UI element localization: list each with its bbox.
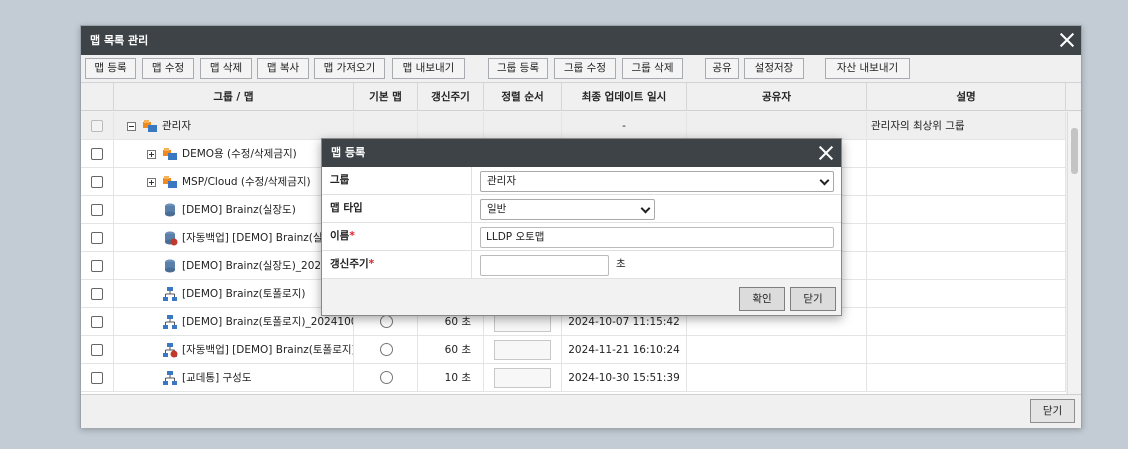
group-select[interactable]: 관리자 — [480, 171, 834, 192]
table-row[interactable]: 관리자 - 관리자의 최상위 그룹 — [81, 112, 1066, 140]
default-map-radio[interactable] — [380, 343, 393, 356]
seconds-unit-label: 초 — [616, 258, 626, 270]
group-icon — [163, 176, 177, 188]
chevron-down-icon — [640, 203, 651, 214]
map-register-modal: 맵 등록 그룹 관리자 맵 타입 일반 이름* LLDP 오토맵 갱신주기* 초… — [321, 138, 842, 316]
modal-title: 맵 등록 — [331, 146, 366, 159]
chevron-down-icon — [819, 175, 830, 186]
row-name: [자동백업] [DEMO] Brainz(토폴로지) — [182, 344, 354, 356]
row-checkbox — [91, 120, 103, 132]
scrollbar-thumb[interactable] — [1071, 128, 1078, 174]
refresh-period-label: 갱신주기* — [322, 251, 472, 278]
row-name: MSP/Cloud (수정/삭제금지) — [182, 176, 311, 188]
header-default-map[interactable]: 기본 맵 — [354, 83, 418, 111]
floor-map-icon — [165, 203, 175, 217]
header-description[interactable]: 설명 — [867, 83, 1066, 111]
collapse-icon[interactable] — [127, 121, 136, 131]
header-refresh-period[interactable]: 갱신주기 — [418, 83, 484, 111]
map-copy-button[interactable]: 맵 복사 — [257, 58, 309, 79]
expand-icon[interactable] — [147, 149, 156, 159]
row-checkbox[interactable] — [91, 148, 103, 160]
header-sharer[interactable]: 공유자 — [687, 83, 867, 111]
grid-header: 그룹 / 맵 기본 맵 갱신주기 정렬 순서 최종 업데이트 일시 공유자 설명 — [81, 83, 1081, 111]
dialog-close-button[interactable]: 닫기 — [1030, 399, 1075, 423]
map-type-row: 맵 타입 일반 — [322, 195, 841, 223]
row-name: 관리자 — [162, 120, 191, 132]
dialog-title: 맵 목록 관리 — [90, 34, 149, 47]
group-icon — [163, 148, 177, 160]
save-settings-button[interactable]: 설정저장 — [744, 58, 804, 79]
row-checkbox[interactable] — [91, 232, 103, 244]
row-updated: 2024-11-21 16:10:24 — [562, 336, 687, 364]
group-icon — [143, 120, 157, 132]
group-row: 그룹 관리자 — [322, 167, 841, 195]
group-select-value: 관리자 — [487, 175, 516, 187]
row-checkbox[interactable] — [91, 344, 103, 356]
name-input[interactable]: LLDP 오토맵 — [480, 227, 834, 248]
close-icon[interactable] — [1057, 30, 1077, 50]
confirm-button[interactable]: 확인 — [739, 287, 785, 311]
toolbar: 맵 등록 맵 수정 맵 삭제 맵 복사 맵 가져오기 맵 내보내기 그룹 등록 … — [81, 55, 1081, 83]
expand-icon[interactable] — [147, 177, 156, 187]
topology-icon — [163, 315, 177, 329]
asset-export-button[interactable]: 자산 내보내기 — [825, 58, 910, 79]
sort-order-input[interactable] — [494, 368, 551, 388]
row-name: [DEMO] Brainz(실장도) — [182, 204, 296, 216]
map-type-select-value: 일반 — [487, 203, 507, 215]
row-name: [DEMO] Brainz(토폴로지)_20241007 — [182, 316, 354, 328]
topology-icon — [163, 287, 177, 301]
map-export-button[interactable]: 맵 내보내기 — [392, 58, 465, 79]
row-name: [교데통] 구성도 — [182, 372, 252, 384]
map-import-button[interactable]: 맵 가져오기 — [314, 58, 385, 79]
dialog-footer: 닫기 — [81, 394, 1081, 428]
floor-map-backup-icon — [165, 231, 178, 246]
grid-scrollbar[interactable] — [1067, 112, 1081, 394]
row-period: 60 초 — [418, 336, 484, 364]
row-checkbox[interactable] — [91, 372, 103, 384]
name-row: 이름* LLDP 오토맵 — [322, 223, 841, 251]
map-delete-button[interactable]: 맵 삭제 — [200, 58, 252, 79]
row-checkbox[interactable] — [91, 176, 103, 188]
map-type-select[interactable]: 일반 — [480, 199, 655, 220]
topology-icon — [163, 371, 177, 385]
close-icon[interactable] — [817, 144, 835, 162]
modal-title-bar: 맵 등록 — [322, 139, 841, 167]
row-updated: 2024-10-30 15:51:39 — [562, 364, 687, 392]
dialog-title-bar: 맵 목록 관리 — [81, 26, 1081, 55]
header-group-map[interactable]: 그룹 / 맵 — [114, 83, 354, 111]
group-delete-button[interactable]: 그룹 삭제 — [622, 58, 683, 79]
row-name: DEMO용 (수정/삭제금지) — [182, 148, 297, 160]
row-name: [DEMO] Brainz(토폴로지) — [182, 288, 306, 300]
row-checkbox[interactable] — [91, 204, 103, 216]
topology-backup-icon — [163, 343, 178, 358]
name-label: 이름* — [322, 223, 472, 250]
share-button[interactable]: 공유 — [705, 58, 739, 79]
map-edit-button[interactable]: 맵 수정 — [142, 58, 194, 79]
default-map-radio[interactable] — [380, 315, 393, 328]
row-period: 10 초 — [418, 364, 484, 392]
table-row[interactable]: [자동백업] [DEMO] Brainz(토폴로지) 60 초 2024-11-… — [81, 336, 1066, 364]
row-checkbox[interactable] — [91, 260, 103, 272]
floor-map-icon — [165, 259, 175, 273]
row-updated: - — [562, 112, 687, 140]
group-register-button[interactable]: 그룹 등록 — [488, 58, 548, 79]
header-checkbox-col — [81, 83, 114, 111]
row-checkbox[interactable] — [91, 288, 103, 300]
group-edit-button[interactable]: 그룹 수정 — [554, 58, 616, 79]
modal-close-button[interactable]: 닫기 — [790, 287, 836, 311]
header-last-updated[interactable]: 최종 업데이트 일시 — [562, 83, 687, 111]
row-checkbox[interactable] — [91, 316, 103, 328]
row-description: 관리자의 최상위 그룹 — [867, 112, 1066, 140]
required-mark: * — [368, 258, 375, 270]
map-register-button[interactable]: 맵 등록 — [85, 58, 136, 79]
sort-order-input[interactable] — [494, 340, 551, 360]
refresh-period-input[interactable] — [480, 255, 609, 276]
map-type-label: 맵 타입 — [322, 195, 472, 222]
refresh-period-row: 갱신주기* 초 — [322, 251, 841, 279]
default-map-radio[interactable] — [380, 371, 393, 384]
group-label: 그룹 — [322, 167, 472, 194]
required-mark: * — [349, 230, 355, 242]
header-sort-order[interactable]: 정렬 순서 — [484, 83, 562, 111]
table-row[interactable]: [교데통] 구성도 10 초 2024-10-30 15:51:39 — [81, 364, 1066, 392]
